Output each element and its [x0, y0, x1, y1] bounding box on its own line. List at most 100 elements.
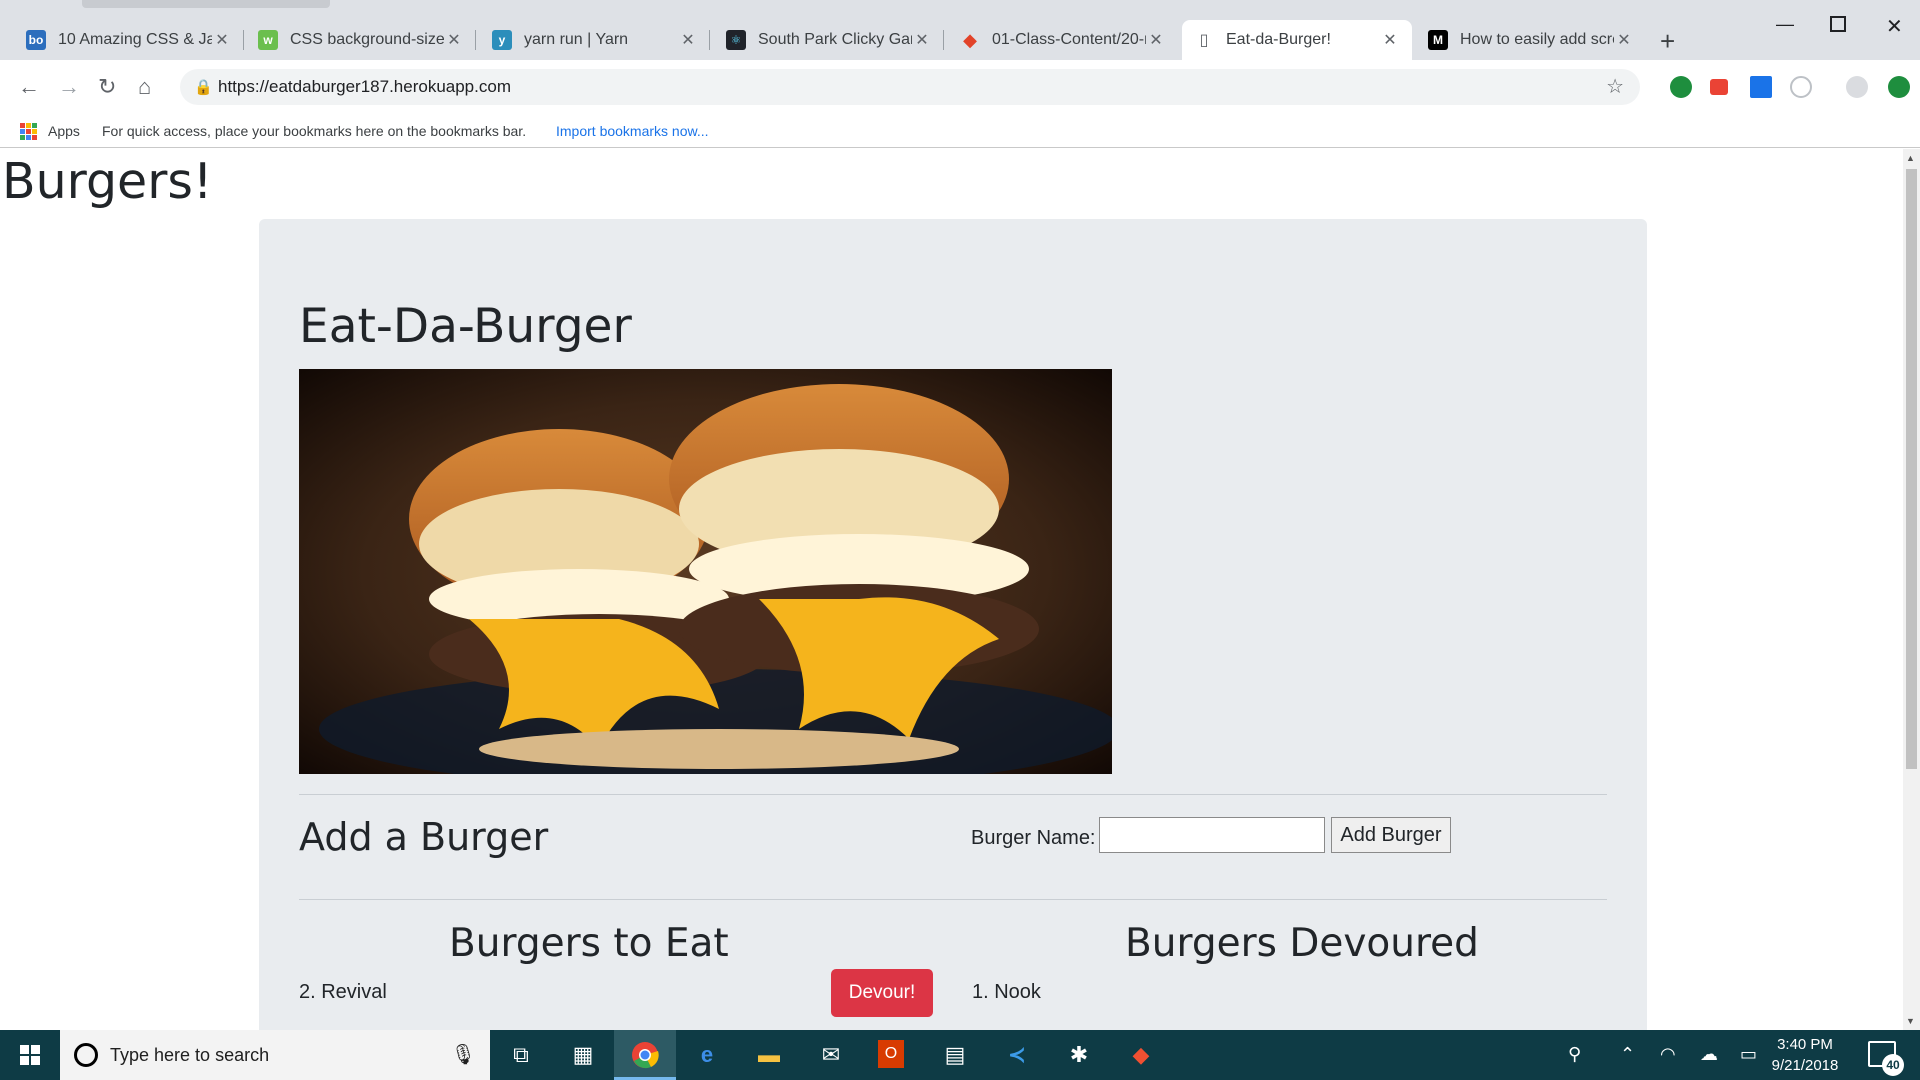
- devour-button[interactable]: Devour!: [831, 969, 933, 1017]
- extension-arrow-icon[interactable]: [1710, 79, 1728, 95]
- apps-shortcut[interactable]: Apps: [48, 123, 80, 139]
- tab-title: 01-Class-Content/20-r: [992, 31, 1146, 48]
- file-explorer-icon[interactable]: ▬: [754, 1040, 784, 1070]
- tab-title: CSS background-size p: [290, 31, 444, 48]
- tab-close-icon[interactable]: ✕: [912, 30, 932, 50]
- show-hidden-icons-chevron-icon[interactable]: ⌃: [1620, 1044, 1635, 1065]
- tab-close-icon[interactable]: ✕: [678, 30, 698, 50]
- browser-tab[interactable]: w CSS background-size p ✕: [246, 20, 476, 60]
- browser-toolbar: ← → ↻ ⌂ 🔒 https://eatdaburger187.herokua…: [0, 60, 1920, 114]
- tab-strip-accent: [82, 0, 330, 8]
- system-clock[interactable]: 3:40 PM 9/21/2018: [1760, 1034, 1850, 1076]
- divider: [299, 794, 1607, 795]
- taskbar-search[interactable]: Type here to search 🎙: [60, 1030, 490, 1080]
- mail-icon[interactable]: ✉: [816, 1040, 846, 1070]
- browser-tab[interactable]: M How to easily add scre ✕: [1416, 20, 1646, 60]
- battery-icon[interactable]: ▭: [1740, 1044, 1757, 1065]
- tab-title: Eat-da-Burger!: [1226, 31, 1331, 48]
- scroll-up-icon[interactable]: ▲: [1906, 153, 1915, 163]
- address-bar[interactable]: 🔒 https://eatdaburger187.herokuapp.com ☆: [180, 69, 1640, 105]
- tab-favicon-icon: ▯: [1199, 32, 1209, 49]
- tab-favicon-icon: w: [258, 30, 278, 50]
- import-bookmarks-link[interactable]: Import bookmarks now...: [556, 123, 709, 139]
- browser-tab-active[interactable]: ▯ Eat-da-Burger! ✕: [1182, 20, 1412, 60]
- start-button[interactable]: [0, 1030, 60, 1080]
- browser-tab[interactable]: y yarn run | Yarn ✕: [480, 20, 710, 60]
- tab-title: South Park Clicky Gam: [758, 31, 912, 48]
- clock-time: 3:40 PM: [1777, 1036, 1833, 1053]
- edge-icon[interactable]: e: [692, 1040, 722, 1070]
- app-heading: Eat-Da-Burger: [299, 299, 632, 354]
- task-view-icon[interactable]: ⧉: [506, 1040, 536, 1070]
- tab-title: yarn run | Yarn: [524, 31, 629, 48]
- tab-favicon-icon: ⚛: [726, 30, 746, 50]
- browser-tab[interactable]: ◆ 01-Class-Content/20-r ✕: [948, 20, 1178, 60]
- devoured-item: 1. Nook: [972, 981, 1041, 1003]
- tab-title: 10 Amazing CSS & Java: [58, 31, 212, 48]
- clock-date: 9/21/2018: [1771, 1057, 1839, 1074]
- bookmarks-bar: Apps For quick access, place your bookma…: [0, 114, 1920, 148]
- extension-check-icon[interactable]: [1670, 76, 1692, 98]
- scroll-down-icon[interactable]: ▼: [1906, 1016, 1915, 1026]
- gitkraken-icon[interactable]: ◆: [1126, 1040, 1156, 1070]
- url-text[interactable]: https://eatdaburger187.herokuapp.com: [218, 77, 511, 97]
- extension-calendar-icon[interactable]: [1750, 76, 1772, 98]
- browser-tab[interactable]: bo 10 Amazing CSS & Java ✕: [14, 20, 244, 60]
- page-viewport: Burgers! Eat-Da-Burger Add a Burger Burg…: [0, 149, 1920, 1030]
- burgers-devoured-heading: Burgers Devoured: [1125, 921, 1479, 966]
- windows-logo-icon: [20, 1045, 40, 1065]
- page-title: Burgers!: [2, 153, 213, 210]
- onedrive-cloud-icon[interactable]: ☁: [1700, 1044, 1718, 1065]
- forward-arrow-icon[interactable]: →: [58, 74, 80, 100]
- vscode-icon[interactable]: ≺: [1002, 1040, 1032, 1070]
- cortana-icon: [74, 1043, 98, 1067]
- slack-icon[interactable]: ✱: [1064, 1040, 1094, 1070]
- chrome-icon[interactable]: [630, 1040, 660, 1070]
- page-scrollbar[interactable]: ▲ ▼: [1903, 149, 1920, 1030]
- notification-count-badge: 40: [1882, 1054, 1904, 1076]
- maximize-icon[interactable]: [1830, 16, 1846, 32]
- add-burger-heading: Add a Burger: [299, 815, 549, 859]
- tab-title: How to easily add scre: [1460, 31, 1614, 48]
- tab-close-icon[interactable]: ✕: [444, 30, 464, 50]
- extension-circle-icon[interactable]: [1790, 76, 1812, 98]
- tab-favicon-icon: ◆: [963, 29, 977, 50]
- microphone-icon[interactable]: 🎙: [451, 1042, 476, 1067]
- browser-tab[interactable]: ⚛ South Park Clicky Gam ✕: [714, 20, 944, 60]
- divider: [299, 899, 1607, 900]
- bookmarks-hint: For quick access, place your bookmarks h…: [102, 123, 527, 139]
- tab-close-icon[interactable]: ✕: [1380, 30, 1400, 50]
- bookmark-star-icon[interactable]: ☆: [1606, 74, 1624, 99]
- tab-favicon-icon: bo: [26, 30, 46, 50]
- office-icon[interactable]: O: [878, 1040, 904, 1068]
- tab-favicon-icon: M: [1428, 30, 1448, 50]
- wifi-icon[interactable]: ◠: [1660, 1044, 1676, 1065]
- jumbotron: Eat-Da-Burger Add a Burger Burger Name: …: [259, 219, 1647, 1030]
- tab-favicon-icon: y: [492, 30, 512, 50]
- tab-close-icon[interactable]: ✕: [1146, 30, 1166, 50]
- calculator-icon[interactable]: ▦: [568, 1040, 598, 1070]
- to-eat-item: 2. Revival: [299, 981, 387, 1003]
- tab-close-icon[interactable]: ✕: [1614, 30, 1634, 50]
- close-window-icon[interactable]: ✕: [1886, 14, 1903, 39]
- update-icon[interactable]: [1888, 76, 1910, 98]
- home-icon[interactable]: ⌂: [138, 74, 151, 100]
- reload-icon[interactable]: ↻: [98, 74, 116, 100]
- burgers-to-eat-heading: Burgers to Eat: [449, 921, 729, 966]
- lock-icon: 🔒: [194, 79, 213, 96]
- burger-name-input[interactable]: [1099, 817, 1325, 853]
- back-arrow-icon[interactable]: ←: [18, 74, 40, 100]
- search-placeholder: Type here to search: [110, 1045, 270, 1065]
- people-icon[interactable]: ⚲: [1568, 1044, 1581, 1065]
- new-tab-button[interactable]: +: [1660, 26, 1675, 57]
- browser-tab-strip: bo 10 Amazing CSS & Java ✕ w CSS backgro…: [0, 0, 1920, 60]
- burger-name-label: Burger Name:: [971, 827, 1096, 849]
- tab-close-icon[interactable]: ✕: [212, 30, 232, 50]
- apps-grid-icon[interactable]: [20, 123, 37, 140]
- windows-taskbar: Type here to search 🎙 ⧉ ▦ e ▬ ✉ O ▤ ≺ ✱ …: [0, 1030, 1920, 1080]
- calendar-icon[interactable]: ▤: [940, 1040, 970, 1070]
- profile-avatar-icon[interactable]: [1846, 76, 1868, 98]
- add-burger-button[interactable]: Add Burger: [1331, 817, 1451, 853]
- minimize-icon[interactable]: —: [1776, 14, 1794, 35]
- scroll-thumb[interactable]: [1906, 169, 1917, 769]
